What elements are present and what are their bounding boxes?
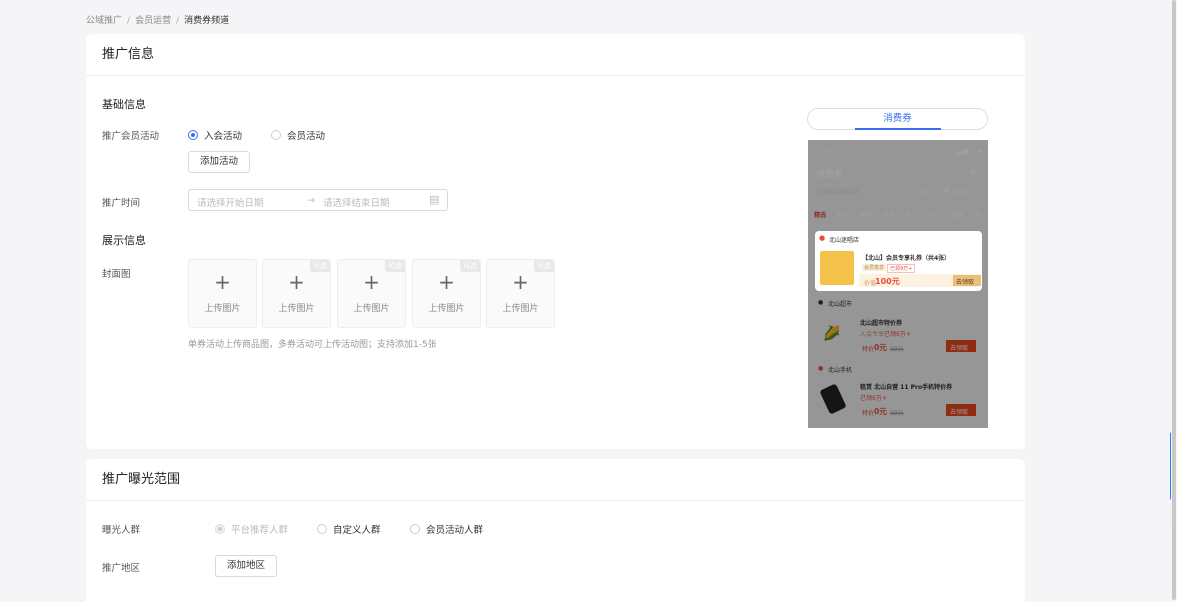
radio-member-audience[interactable]: 会员活动人群 — [410, 522, 483, 536]
scrollbar-thumb[interactable] — [1172, 0, 1176, 600]
optional-tag: 可选 — [385, 260, 405, 272]
add-activity-button[interactable]: 添加活动 — [188, 151, 251, 173]
store1-icon: ● — [819, 234, 826, 242]
breadcrumb-separator: / — [127, 16, 131, 26]
display-info-title: 展示信息 — [102, 234, 146, 247]
breadcrumb-item-public[interactable]: 公域推广 — [86, 16, 122, 26]
plus-icon: + — [512, 270, 529, 294]
plus-icon: + — [438, 270, 455, 294]
radio-label: 自定义人群 — [333, 525, 381, 536]
upload-text: 上传图片 — [353, 304, 390, 314]
upload-hint: 单券活动上传商品图，多券活动可上传活动图；支持添加1-5张 — [188, 340, 437, 350]
plus-icon: + — [363, 270, 380, 294]
radio-dot — [215, 524, 225, 534]
radio-label: 会员活动人群 — [426, 525, 484, 536]
upload-slot-4[interactable]: 可选 + 上传图片 — [412, 259, 481, 328]
preview-tab-coupon[interactable]: 消费券 — [807, 108, 988, 130]
plus-icon: + — [288, 270, 305, 294]
upload-slot-5[interactable]: 可选 + 上传图片 — [486, 259, 555, 328]
tab-underline — [855, 128, 941, 130]
breadcrumb-separator: / — [176, 16, 180, 26]
coupon-image — [820, 251, 854, 285]
radio-join-activity[interactable]: 入会活动 — [188, 128, 242, 142]
audience-label: 曝光人群 — [102, 525, 141, 536]
start-date-input[interactable]: 请选择开始日期 — [197, 195, 264, 209]
upload-text: 上传图片 — [502, 304, 539, 314]
upload-slot-3[interactable]: 可选 + 上传图片 — [337, 259, 406, 328]
calendar-icon[interactable]: ▤ — [429, 193, 439, 206]
phone-preview: 9:41 ▂▄▆ ◠ ▬ 消费券 ··· ⊗ Q 搜索店铺好券 搜索 ▣ 我的券… — [808, 140, 988, 428]
optional-tag: 可选 — [460, 260, 480, 272]
optional-tag: 可选 — [534, 260, 554, 272]
highlighted-coupon: ● 北山迷唱店 【北山】会员专享礼券（共4张） 会员尊享 已领9万+ 价值 10… — [815, 231, 982, 291]
time-label: 推广时间 — [102, 198, 141, 209]
radio-dot — [317, 524, 327, 534]
end-date-input[interactable]: 请选择结束日期 — [323, 195, 390, 209]
radio-label: 会员活动 — [287, 131, 326, 142]
range-arrow-icon: → — [307, 195, 315, 206]
radio-label: 平台推荐人群 — [231, 525, 289, 536]
coupon-tag2: 已领9万+ — [887, 264, 916, 273]
add-region-button[interactable]: 添加地区 — [215, 555, 278, 577]
plus-icon: + — [214, 270, 231, 294]
date-range-picker[interactable]: 请选择开始日期 → 请选择结束日期 ▤ — [188, 189, 448, 211]
breadcrumb-item-member[interactable]: 会员运营 — [135, 16, 171, 26]
radio-platform-audience[interactable]: 平台推荐人群 — [215, 522, 288, 536]
coupon-tag1: 会员尊享 — [862, 264, 887, 271]
breadcrumb: 公域推广 / 会员运营 / 消费券频道 — [86, 13, 229, 26]
basic-info-title: 基础信息 — [102, 98, 146, 111]
card-title: 推广信息 — [86, 34, 1025, 76]
coupon-title: 【北山】会员专享礼券（共4张） — [862, 255, 951, 262]
store1-name: 北山迷唱店 — [829, 237, 860, 244]
coupon-claim-button: 去领取 — [953, 275, 981, 286]
radio-dot — [271, 130, 281, 140]
card-title: 推广曝光范围 — [86, 459, 1025, 501]
upload-slot-1[interactable]: + 上传图片 — [188, 259, 257, 328]
region-label: 推广地区 — [102, 563, 141, 574]
cover-label: 封面图 — [102, 269, 131, 280]
radio-dot — [188, 130, 198, 140]
optional-tag: 可选 — [310, 260, 330, 272]
scrollbar[interactable] — [1171, 0, 1177, 602]
upload-text: 上传图片 — [428, 304, 465, 314]
radio-custom-audience[interactable]: 自定义人群 — [317, 522, 381, 536]
radio-label: 入会活动 — [204, 131, 243, 142]
activity-label: 推广会员活动 — [102, 131, 160, 142]
coupon-price: 100元 — [875, 277, 900, 286]
upload-slot-2[interactable]: 可选 + 上传图片 — [262, 259, 331, 328]
upload-text: 上传图片 — [204, 304, 241, 314]
upload-text: 上传图片 — [278, 304, 315, 314]
radio-member-activity[interactable]: 会员活动 — [271, 128, 325, 142]
radio-dot — [410, 524, 420, 534]
tab-label: 消费券 — [883, 113, 912, 124]
breadcrumb-current: 消费券频道 — [184, 16, 230, 26]
